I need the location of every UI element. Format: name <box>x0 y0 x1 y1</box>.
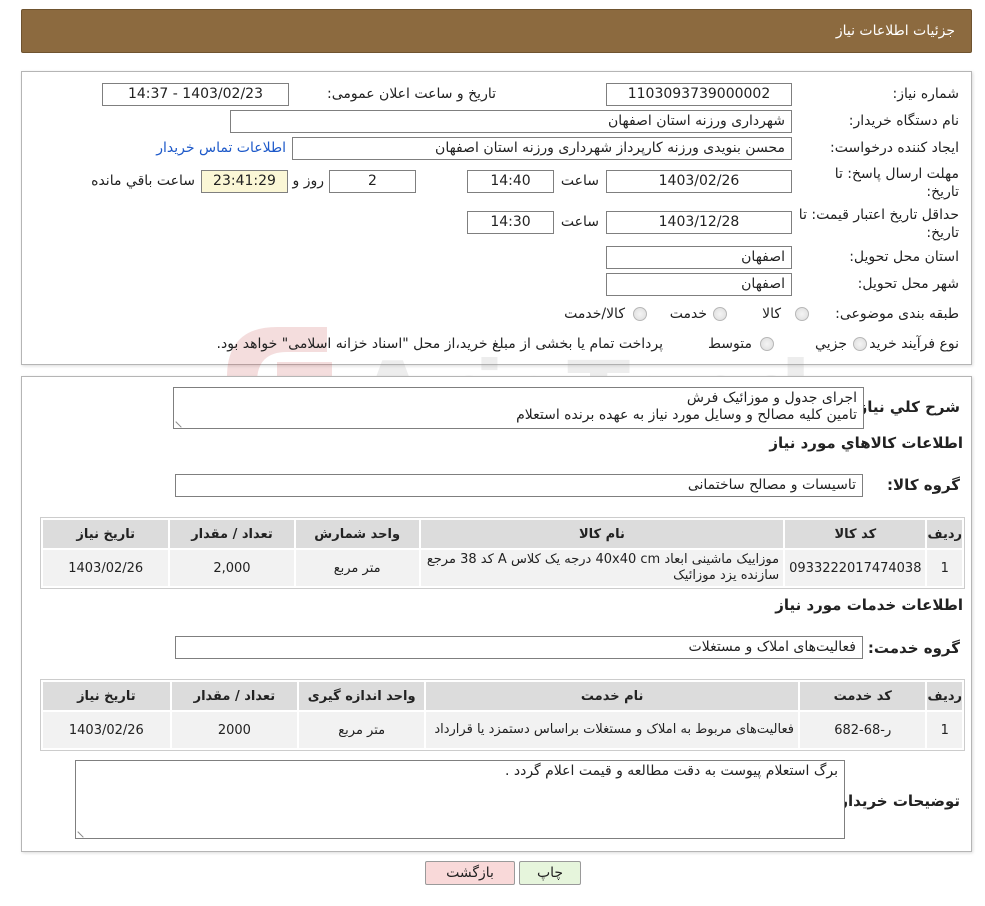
services-group-field: فعالیت‌های املاک و مستغلات <box>175 636 863 659</box>
city-field: اصفهان <box>606 273 792 296</box>
back-button[interactable]: بازگشت <box>425 861 515 885</box>
services-table: ردیف کد خدمت نام خدمت واحد اندازه گیری ت… <box>40 679 965 751</box>
deadline-date-field: 1403/02/26 <box>606 170 792 193</box>
buyer-notes-textarea: برگ استعلام پیوست به دقت مطالعه و قیمت ا… <box>75 760 845 839</box>
summary-textarea: اجرای جدول و موزائیک فرش تامین کلیه مصال… <box>173 387 864 429</box>
category-option-goods-service: کالا/خدمت <box>564 306 625 322</box>
category-option-goods: کالا <box>762 306 781 322</box>
goods-col-name: نام کالا <box>418 518 786 550</box>
goods-cell-row: 1 <box>925 548 964 588</box>
services-group-label: گروه خدمت: <box>867 639 960 657</box>
goods-cell-quantity: 2,000 <box>168 548 296 588</box>
goods-cell-code: 0933222017474038 <box>783 548 928 588</box>
page-header: جزئیات اطلاعات نیاز <box>21 9 972 53</box>
need-number-label: شماره نیاز: <box>892 86 960 102</box>
creator-field: محسن بنویدی ورزنه کارپرداز شهرداری ورزنه… <box>292 137 792 160</box>
goods-section-title: اطلاعات کالاهاي مورد نیاز <box>769 434 963 452</box>
validity-label-date: تاریخ: <box>926 225 959 241</box>
deadline-time-label: ساعت <box>560 173 599 189</box>
summary-label: شرح کلي نیاز: <box>852 398 960 416</box>
remaining-time-field: 23:41:29 <box>201 170 288 193</box>
buyer-org-label: نام دستگاه خریدار: <box>848 113 959 129</box>
announce-datetime-field: 1403/02/23 - 14:37 <box>102 83 289 106</box>
goods-group-label: گروه کالا: <box>887 476 960 494</box>
treasury-payment-note: پرداخت تمام یا بخشی از مبلغ خرید،از محل … <box>216 336 663 352</box>
validity-time-label: ساعت <box>560 214 599 230</box>
validity-time-field: 14:30 <box>467 211 554 234</box>
deadline-time-field: 14:40 <box>467 170 554 193</box>
category-radio-goods[interactable] <box>795 307 809 321</box>
services-cell-row: 1 <box>925 710 964 750</box>
days-remaining-field: 2 <box>329 170 416 193</box>
services-table-header: ردیف کد خدمت نام خدمت واحد اندازه گیری ت… <box>41 680 964 712</box>
need-number-field: 1103093739000002 <box>606 83 792 106</box>
deadline-label-date: تاریخ: <box>926 184 959 200</box>
creator-label: ایجاد کننده درخواست: <box>830 140 959 156</box>
process-radio-medium[interactable] <box>760 337 774 351</box>
province-label: استان محل تحویل: <box>849 249 959 265</box>
services-col-row: ردیف <box>925 680 964 712</box>
goods-col-date: تاریخ نیاز <box>40 518 171 550</box>
resize-grip-icon[interactable] <box>77 826 89 838</box>
process-option-minor: جزیي <box>815 336 847 352</box>
goods-table-header: ردیف کد کالا نام کالا واحد شمارش تعداد /… <box>40 518 964 550</box>
services-cell-date: 1403/02/26 <box>41 710 172 750</box>
goods-col-row: ردیف <box>925 518 964 550</box>
services-col-quantity: تعداد / مقدار <box>169 680 300 712</box>
buyer-notes-label: توضیحات خریدار: <box>833 792 960 810</box>
goods-cell-name: موزاییک ماشینی ابعاد 40x40 cm درجه یک کل… <box>418 548 786 588</box>
process-option-medium: متوسط <box>708 336 752 352</box>
services-col-code: کد خدمت <box>797 680 928 712</box>
services-col-date: تاریخ نیاز <box>41 680 172 712</box>
validity-label: حداقل تاریخ اعتبار قیمت: تا <box>798 207 959 223</box>
table-row: 1 0933222017474038 موزاییک ماشینی ابعاد … <box>40 548 964 588</box>
announce-label: تاریخ و ساعت اعلان عمومی: <box>327 86 496 102</box>
services-cell-name: فعالیت‌های مربوط به املاک و مستغلات براس… <box>424 710 800 750</box>
summary-line-2: تامین کلیه مصالح و وسایل مورد نیاز به عه… <box>516 407 857 423</box>
process-radio-minor[interactable] <box>853 337 867 351</box>
goods-col-unit: واحد شمارش <box>293 518 421 550</box>
buyer-org-field: شهرداری ورزنه استان اصفهان <box>230 110 792 133</box>
services-col-name: نام خدمت <box>424 680 800 712</box>
need-details-panel: شرح کلي نیاز: اجرای جدول و موزائیک فرش ت… <box>21 376 972 852</box>
process-label: نوع فرآیند خرید : <box>860 336 959 352</box>
services-col-unit: واحد اندازه گیری <box>297 680 427 712</box>
category-option-service: خدمت <box>669 306 707 322</box>
province-field: اصفهان <box>606 246 792 269</box>
services-section-title: اطلاعات خدمات مورد نیاز <box>775 596 963 614</box>
goods-cell-unit: متر مربع <box>293 548 421 588</box>
page-title: جزئیات اطلاعات نیاز <box>835 23 955 39</box>
services-cell-quantity: 2000 <box>169 710 300 750</box>
goods-col-quantity: تعداد / مقدار <box>168 518 296 550</box>
goods-col-code: کد کالا <box>783 518 928 550</box>
validity-date-field: 1403/12/28 <box>606 211 792 234</box>
deadline-label: مهلت ارسال پاسخ: تا <box>834 166 959 182</box>
category-radio-goods-service[interactable] <box>633 307 647 321</box>
services-cell-unit: متر مربع <box>297 710 427 750</box>
services-cell-code: ر-68-682 <box>797 710 928 750</box>
goods-table: ردیف کد کالا نام کالا واحد شمارش تعداد /… <box>40 517 965 589</box>
city-label: شهر محل تحویل: <box>857 276 959 292</box>
goods-cell-date: 1403/02/26 <box>40 548 171 588</box>
print-button[interactable]: چاپ <box>519 861 581 885</box>
summary-line-1: اجرای جدول و موزائیک فرش <box>686 390 857 406</box>
days-label: روز و <box>292 173 325 189</box>
buyer-contact-link[interactable]: اطلاعات تماس خریدار <box>156 140 286 156</box>
buyer-notes-text: برگ استعلام پیوست به دقت مطالعه و قیمت ا… <box>504 763 838 779</box>
goods-group-field: تاسیسات و مصالح ساختمانی <box>175 474 863 497</box>
remaining-time-label: ساعت باقي مانده <box>91 173 195 189</box>
general-info-panel: AriaTender.neT شماره نیاز: 1103093739000… <box>21 71 972 447</box>
category-radio-service[interactable] <box>713 307 727 321</box>
category-label: طبقه بندی موضوعی: <box>835 306 959 322</box>
table-row: 1 ر-68-682 فعالیت‌های مربوط به املاک و م… <box>41 710 964 750</box>
